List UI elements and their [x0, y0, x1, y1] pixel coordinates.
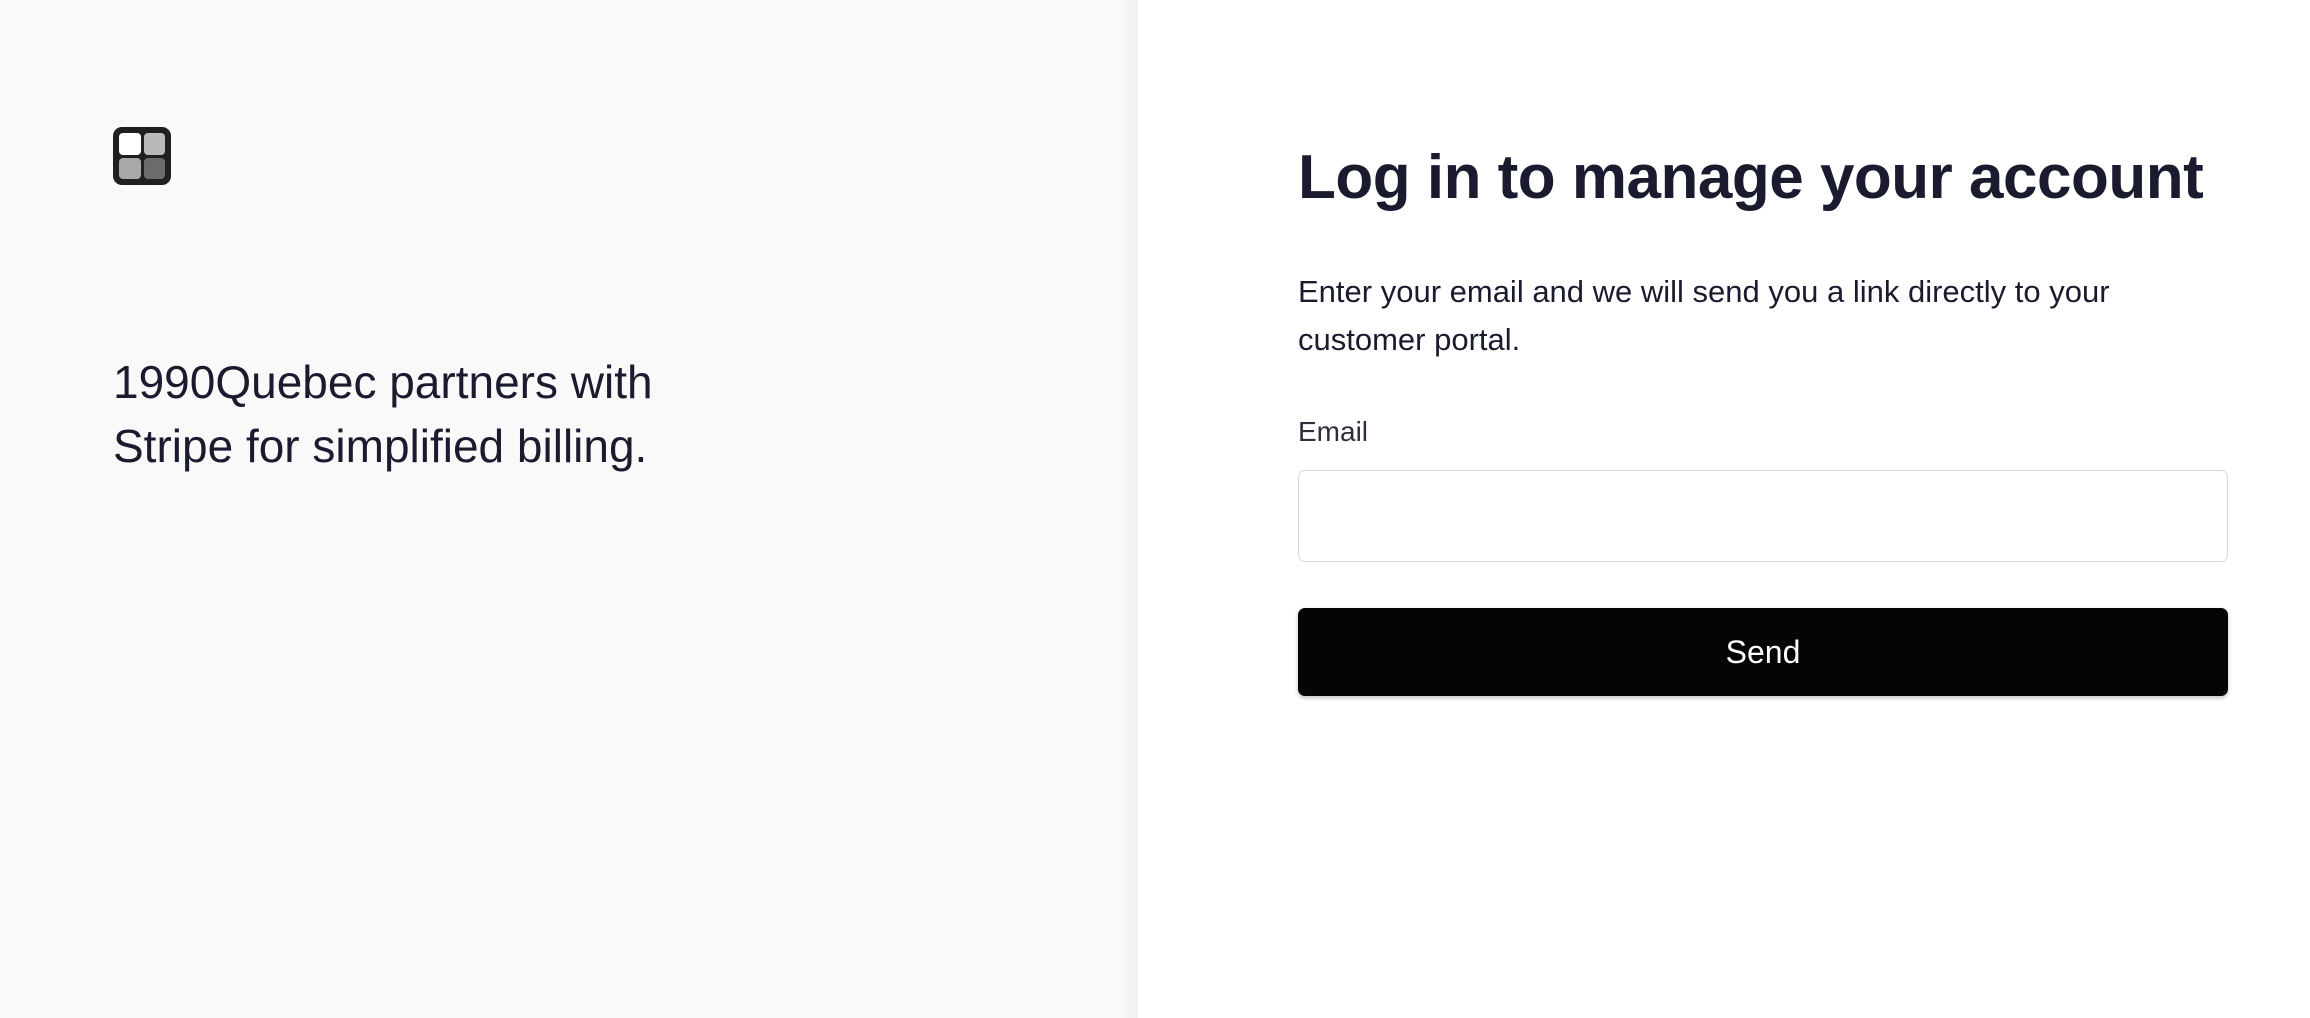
page-title: Log in to manage your account: [1298, 143, 2204, 212]
tagline-line-1: 1990Quebec partners with: [113, 356, 653, 408]
login-form: Log in to manage your account Enter your…: [1298, 140, 2228, 696]
grid-logo-icon: [113, 127, 171, 185]
logo-square-top-right: [143, 133, 165, 155]
logo-square-top-left: [119, 133, 141, 155]
login-description: Enter your email and we will send you a …: [1298, 274, 2110, 357]
logo-square-bottom-right: [143, 157, 165, 179]
send-button[interactable]: Send: [1298, 608, 2228, 696]
login-panel: Log in to manage your account Enter your…: [1138, 0, 2310, 1018]
branding-panel: 1990Quebec partners with Stripe for simp…: [0, 0, 1138, 1018]
billing-portal-login-page: 1990Quebec partners with Stripe for simp…: [0, 0, 2310, 1018]
email-field[interactable]: [1298, 470, 2228, 562]
email-label: Email: [1298, 416, 1369, 447]
tagline-line-2: Stripe for simplified billing.: [113, 420, 648, 472]
logo-square-bottom-left: [119, 157, 141, 179]
partner-tagline: 1990Quebec partners with Stripe for simp…: [113, 350, 753, 478]
